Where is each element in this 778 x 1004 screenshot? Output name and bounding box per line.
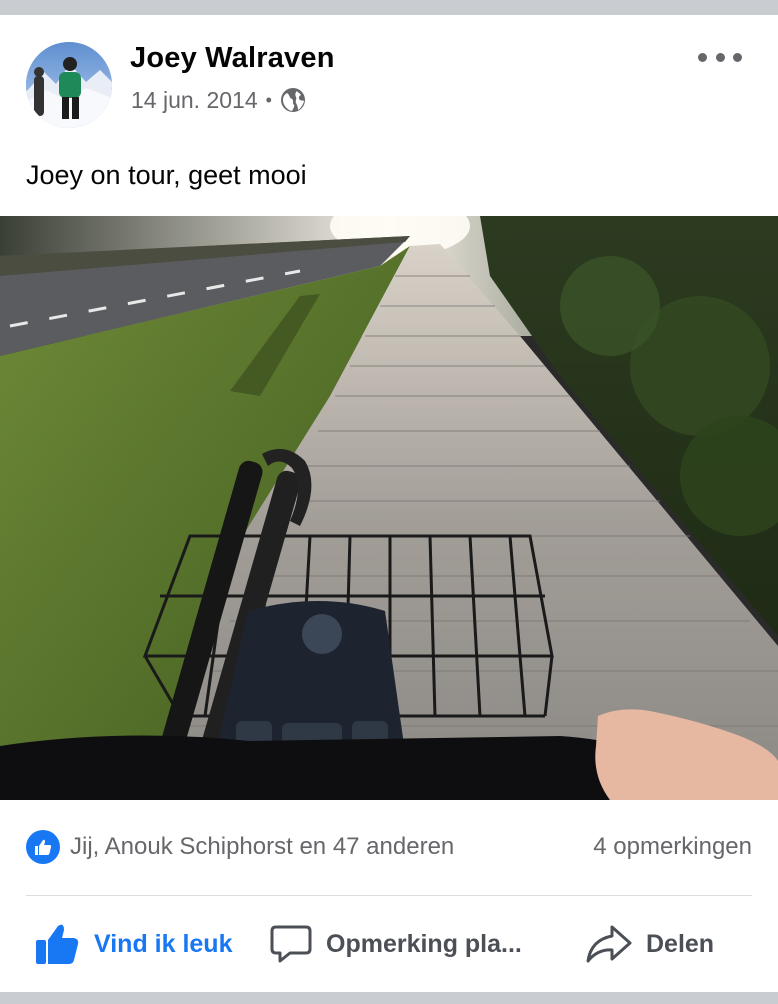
more-dot (698, 52, 707, 62)
comment-label: Opmerking pla... (326, 929, 522, 958)
reactions-text: Jij, Anouk Schiphorst en 47 anderen (70, 833, 455, 860)
author-name[interactable]: Joey Walraven (130, 42, 335, 75)
like-reaction-icon (26, 830, 60, 864)
meta-separator: • (265, 89, 272, 110)
post-text: Joey on tour, geet mooi (26, 160, 307, 190)
thumbs-up-icon (36, 924, 79, 964)
reactions-summary[interactable]: Jij, Anouk Schiphorst en 47 anderen (26, 828, 454, 866)
share-button[interactable]: Delen (586, 918, 714, 970)
feed-separator-bottom (0, 992, 778, 1004)
share-icon (586, 925, 632, 963)
avatar[interactable] (26, 42, 112, 128)
comment-button[interactable]: Opmerking pla... (270, 918, 522, 970)
share-label: Delen (646, 929, 715, 958)
post-meta: 14 jun. 2014 • (131, 86, 306, 114)
comment-icon (270, 925, 312, 963)
like-label: Vind ik leuk (94, 929, 233, 958)
more-dot (715, 52, 725, 62)
post-date[interactable]: 14 jun. 2014 (131, 87, 258, 114)
more-dot (733, 52, 742, 62)
more-options-icon[interactable] (698, 45, 742, 69)
comments-count[interactable]: 4 opmerkingen (593, 828, 752, 866)
like-button[interactable]: Vind ik leuk (34, 918, 232, 970)
post-photo[interactable] (0, 216, 778, 800)
actions-divider (26, 895, 752, 896)
feed-separator-top (0, 0, 778, 15)
globe-icon (280, 87, 306, 113)
